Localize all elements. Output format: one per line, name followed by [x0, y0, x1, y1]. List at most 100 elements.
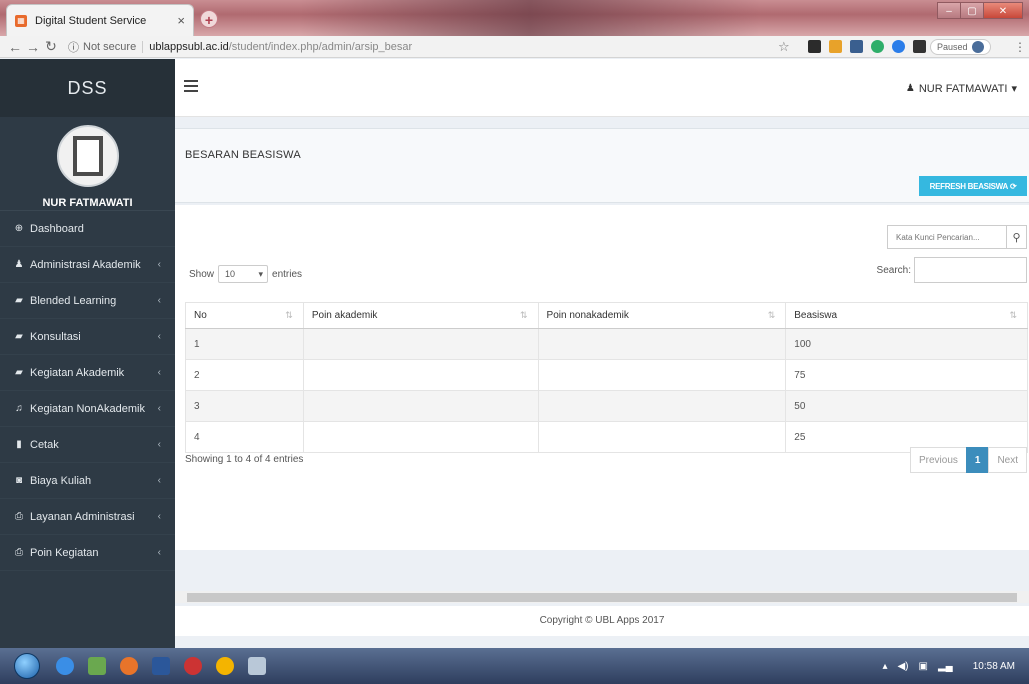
- avatar-icon: [971, 41, 984, 53]
- extension-icon[interactable]: [850, 40, 863, 53]
- search-icon[interactable]: ⚲: [1006, 226, 1026, 248]
- titlebar-background: [300, 0, 760, 36]
- info-icon[interactable]: ⓘ: [68, 39, 79, 55]
- extension-icon[interactable]: [871, 40, 884, 53]
- pagination-page[interactable]: 1: [965, 447, 990, 473]
- pagination-previous[interactable]: Previous: [909, 447, 967, 473]
- table-body: 1 100 2 75 3 50 4 25: [185, 328, 1028, 453]
- signal-icon[interactable]: ▂▄: [938, 661, 953, 672]
- caret-down-icon: ▾: [1011, 83, 1017, 95]
- extension-icon[interactable]: [808, 40, 821, 53]
- sidebar-item-poin-kegiatan[interactable]: ⎙ Poin Kegiatan ‹: [0, 535, 175, 571]
- horizontal-scrollbar[interactable]: [175, 591, 1029, 603]
- chevron-left-icon: ‹: [157, 475, 161, 486]
- table-row: 4 25: [185, 421, 1028, 453]
- chrome-icon[interactable]: [216, 657, 234, 675]
- sidebar-item-administrasi-akademik[interactable]: ♟ Administrasi Akademik ‹: [0, 247, 175, 283]
- book-icon: ▰: [15, 367, 23, 378]
- column-header-label: Poin akademik: [311, 310, 378, 321]
- reload-icon[interactable]: ↻: [42, 38, 60, 55]
- user-panel: NUR FATMAWATI: [0, 117, 175, 211]
- table-cell: [538, 359, 787, 391]
- money-icon: ◙: [15, 475, 23, 486]
- tray-arrow-icon[interactable]: ▴: [882, 661, 887, 672]
- url-host: ublappsubl.ac.id: [149, 40, 229, 53]
- sidebar-item-label: Biaya Kuliah: [30, 474, 92, 487]
- profile-button[interactable]: Paused: [930, 39, 991, 55]
- media-icon[interactable]: [184, 657, 202, 675]
- browser-titlebar: ▦ Digital Student Service × + – ▢ ✕: [0, 0, 1029, 36]
- extension-icon[interactable]: [829, 40, 842, 53]
- word-icon[interactable]: [152, 657, 170, 675]
- paint-icon[interactable]: [248, 657, 266, 675]
- firefox-icon[interactable]: [120, 657, 138, 675]
- column-header[interactable]: Poin akademik ⇅: [303, 302, 539, 329]
- address-bar[interactable]: ⓘ Not secure ublappsubl.ac.id /student/i…: [68, 38, 812, 56]
- sidebar-item-konsultasi[interactable]: ▰ Konsultasi ‹: [0, 319, 175, 355]
- entries-value: 10: [225, 269, 236, 279]
- refresh-beasiswa-button[interactable]: REFRESH BEASISWA ⟳: [919, 176, 1027, 196]
- start-button[interactable]: [14, 653, 40, 679]
- sidebar-item-label: Kegiatan Akademik: [30, 366, 125, 379]
- table-cell: 1: [185, 328, 304, 360]
- ie-icon[interactable]: [56, 657, 74, 675]
- clock[interactable]: 10:58 AM: [973, 661, 1015, 672]
- extension-icon[interactable]: [913, 40, 926, 53]
- refresh-button-label: REFRESH BEASISWA: [929, 181, 1009, 191]
- sidebar-item-cetak[interactable]: ▮ Cetak ‹: [0, 427, 175, 463]
- sidebar-item-blended-learning[interactable]: ▰ Blended Learning ‹: [0, 283, 175, 319]
- sidebar-menu: ⊕ Dashboard ♟ Administrasi Akademik ‹ ▰ Blende…: [0, 211, 175, 571]
- chevron-left-icon: ‹: [157, 403, 161, 414]
- pagination-next[interactable]: Next: [988, 447, 1027, 473]
- chevron-left-icon: ‹: [157, 547, 161, 558]
- tab-close-button[interactable]: ×: [177, 13, 185, 28]
- sidebar-item-kegiatan-nonakademik[interactable]: ♫ Kegiatan NonAkademik ‹: [0, 391, 175, 427]
- sidebar-item-layanan-administrasi[interactable]: ⎙ Layanan Administrasi ‹: [0, 499, 175, 535]
- sidebar-item-biaya-kuliah[interactable]: ◙ Biaya Kuliah ‹: [0, 463, 175, 499]
- column-header[interactable]: Beasiswa ⇅: [785, 302, 1028, 329]
- main-content: BESARAN BEASISWA REFRESH BEASISWA ⟳ ⚲ Sh…: [175, 118, 1029, 648]
- new-tab-button[interactable]: +: [200, 10, 218, 28]
- user-icon: ♟: [14, 259, 24, 270]
- forward-arrow-icon[interactable]: →: [24, 39, 42, 55]
- sidebar-item-kegiatan-akademik[interactable]: ▰ Kegiatan Akademik ‹: [0, 355, 175, 391]
- sidebar-item-dashboard[interactable]: ⊕ Dashboard: [0, 211, 175, 247]
- picture-frame-icon: [72, 136, 103, 176]
- explorer-icon[interactable]: [88, 657, 106, 675]
- sort-icon: ⇅: [1009, 310, 1017, 320]
- file-icon: ▮: [16, 439, 22, 450]
- column-header[interactable]: Poin nonakademik ⇅: [538, 302, 787, 329]
- table-cell: [303, 421, 539, 453]
- hamburger-menu-icon[interactable]: [184, 80, 198, 92]
- avatar: [56, 125, 119, 187]
- user-dropdown[interactable]: ♟ NUR FATMAWATI ▾: [906, 82, 1017, 96]
- table-row: 2 75: [185, 359, 1028, 391]
- menu-dots-icon[interactable]: ⋮: [1014, 40, 1026, 54]
- network-icon[interactable]: ▣: [919, 661, 928, 672]
- not-secure-label: Not secure: [83, 40, 144, 53]
- music-icon: ♫: [15, 403, 23, 414]
- bookmark-star-icon[interactable]: ☆: [778, 39, 790, 55]
- sidebar: DSS NUR FATMAWATI ⊕ Dashboard ♟ Administras…: [0, 59, 175, 648]
- table-cell: [538, 390, 787, 422]
- table-search-input[interactable]: [914, 257, 1027, 283]
- keyword-search-input[interactable]: [888, 226, 1006, 248]
- scrollbar-thumb[interactable]: [187, 593, 1017, 602]
- brand-logo[interactable]: DSS: [0, 59, 175, 117]
- column-header-label: No: [194, 310, 207, 321]
- maximize-button[interactable]: ▢: [960, 2, 984, 19]
- column-header[interactable]: No ⇅: [185, 302, 304, 329]
- chevron-left-icon: ‹: [157, 259, 161, 270]
- sort-icon: ⇅: [767, 310, 776, 320]
- minimize-button[interactable]: –: [937, 2, 961, 19]
- table-cell: 75: [785, 359, 1028, 391]
- extension-icon[interactable]: [892, 40, 905, 53]
- back-arrow-icon[interactable]: ←: [6, 39, 24, 55]
- table-panel: ⚲ Show 10 ▾ entries Search: No⇅Poin akad…: [175, 205, 1029, 550]
- volume-icon[interactable]: ◀): [897, 661, 908, 672]
- browser-tab[interactable]: ▦ Digital Student Service ×: [6, 4, 194, 36]
- entries-select[interactable]: 10 ▾: [218, 265, 269, 283]
- close-window-button[interactable]: ✕: [983, 2, 1023, 19]
- table-cell: 50: [785, 390, 1028, 422]
- table-cell: 100: [785, 328, 1028, 360]
